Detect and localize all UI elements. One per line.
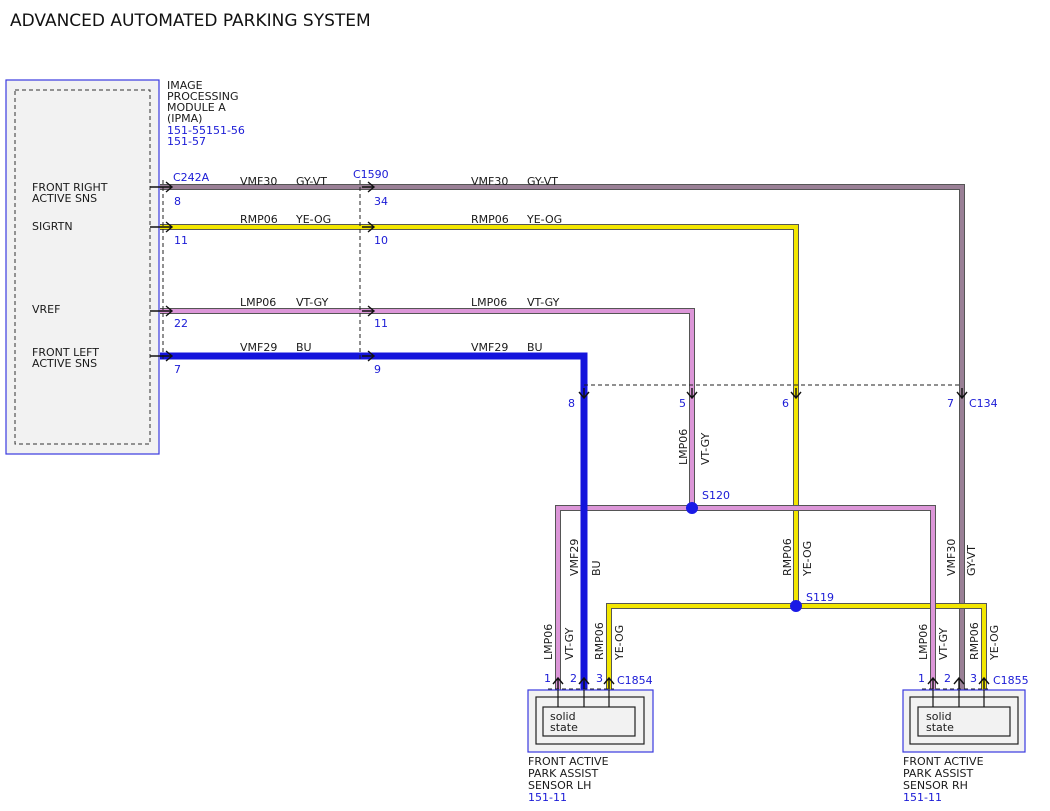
wire-rmp06-rh <box>796 604 986 690</box>
splice-s119-label: S119 <box>806 591 834 604</box>
c134-pin-6: 6 <box>782 397 789 410</box>
pin-numbers: 8 11 22 7 34 10 11 9 8 5 6 7 1 2 3 1 2 3 <box>174 195 977 685</box>
c1854-pin-1: 1 <box>544 672 551 685</box>
c1590-pin-10: 10 <box>374 234 388 247</box>
vcolor-lh-rmp06: YE-OG <box>613 625 626 661</box>
c242a-pin-7: 7 <box>174 363 181 376</box>
c1590-pin-9: 9 <box>374 363 381 376</box>
c242a-label: C242A <box>173 171 210 184</box>
splice-s120-label: S120 <box>702 489 730 502</box>
wire-label-rmp06-a: RMP06 <box>240 213 278 226</box>
c1855-pin-1: 1 <box>918 672 925 685</box>
c1590-pin-11: 11 <box>374 317 388 330</box>
c1855-pin-2: 2 <box>944 672 951 685</box>
c134-pin-5: 5 <box>679 397 686 410</box>
wire-rmp06-main <box>160 225 798 606</box>
wire-color-lmp06-b: VT-GY <box>527 296 560 309</box>
wire-label-vmf30-b: VMF30 <box>471 175 508 188</box>
c242a-pin-11: 11 <box>174 234 188 247</box>
vcolor-rmp06-trunk: YE-OG <box>801 541 814 577</box>
sensor-lh-outer <box>527 689 654 753</box>
pin-c1590-1 <box>362 221 376 233</box>
wire-color-vmf30-b: GY-VT <box>527 175 558 188</box>
pin-sensor-5 <box>978 676 990 690</box>
pin-sensor-2 <box>603 676 615 690</box>
wire-color-rmp06-b: YE-OG <box>526 213 562 226</box>
ipma-module: IMAGE PROCESSING MODULE A (IPMA) 151-551… <box>5 79 245 455</box>
c1854-pin-2: 2 <box>570 672 577 685</box>
wire-label-lmp06-b: LMP06 <box>471 296 507 309</box>
wire-layer <box>160 184 987 690</box>
wire-rmp06-rh-edge <box>796 603 987 690</box>
pin-layer <box>150 181 990 690</box>
splice-s119-dot <box>790 600 802 612</box>
c134-pin-7: 7 <box>947 397 954 410</box>
c242a-pin-8: 8 <box>174 195 181 208</box>
c134-label: C134 <box>969 397 998 410</box>
pin-sensor-0 <box>552 676 564 690</box>
wire-label-vmf29-a: VMF29 <box>240 341 277 354</box>
wire-label-lmp06-a: LMP06 <box>240 296 276 309</box>
vcolor-vmf30-trunk: GY-VT <box>965 545 978 576</box>
sensor-lh-ref: 151-11 <box>528 791 567 804</box>
vcolor-rh-rmp06: YE-OG <box>988 625 1001 661</box>
wire-color-vmf29-b: BU <box>527 341 543 354</box>
vcolor-lh-lmp06: VT-GY <box>563 627 576 660</box>
c1590-pin-34: 34 <box>374 195 388 208</box>
vlabel-rh-lmp06: LMP06 <box>917 624 930 660</box>
c134-pin-8: 8 <box>568 397 575 410</box>
wire-vmf29 <box>160 353 587 690</box>
vlabel-lmp06-pin5: LMP06 <box>677 429 690 465</box>
vcolor-vmf29: BU <box>590 560 603 576</box>
sensor-rh: solid state FRONT ACTIVE PARK ASSIST SEN… <box>902 689 1026 804</box>
pin-c1590-2 <box>362 305 376 317</box>
c1855-pin-3: 3 <box>970 672 977 685</box>
sensor-lh-inner-2: state <box>550 721 578 734</box>
wire-color-lmp06-a: VT-GY <box>296 296 329 309</box>
wire-label-rmp06-b: RMP06 <box>471 213 509 226</box>
vlabel-vmf29: VMF29 <box>568 539 581 576</box>
horizontal-wire-labels: VMF30 GY-VT VMF30 GY-VT RMP06 YE-OG RMP0… <box>240 175 562 354</box>
splice-s120-dot <box>686 502 698 514</box>
wire-color-rmp06-a: YE-OG <box>295 213 331 226</box>
wire-lmp06-lh-edge <box>555 505 692 690</box>
c1855-label: C1855 <box>993 674 1029 687</box>
pin-c134-3 <box>956 388 968 400</box>
sensor-rh-outer <box>902 689 1026 753</box>
wire-color-vmf29-a: BU <box>296 341 312 354</box>
signal-front-right-2: ACTIVE SNS <box>32 192 97 205</box>
sensor-rh-ref: 151-11 <box>903 791 942 804</box>
pin-sensor-3 <box>927 676 939 690</box>
wire-color-vmf30-a: GY-VT <box>296 175 327 188</box>
c1590-label: C1590 <box>353 168 389 181</box>
wire-rmp06-main-edge <box>160 224 799 606</box>
wire-lmp06-lh <box>556 506 692 690</box>
c242a-pin-22: 22 <box>174 317 188 330</box>
pin-c1590-0 <box>362 181 376 193</box>
vlabel-lh-rmp06: RMP06 <box>593 622 606 660</box>
ipma-module-box <box>5 79 160 455</box>
vcolor-rh-lmp06: VT-GY <box>937 627 950 660</box>
pin-c134-1 <box>686 388 698 400</box>
signal-front-left-2: ACTIVE SNS <box>32 357 97 370</box>
vlabel-rmp06-trunk: RMP06 <box>781 538 794 576</box>
sensor-rh-inner-2: state <box>926 721 954 734</box>
vlabel-lh-lmp06: LMP06 <box>542 624 555 660</box>
ipma-ref-2: 151-57 <box>167 135 206 148</box>
c1854-label: C1854 <box>617 674 653 687</box>
signal-vref: VREF <box>32 303 60 316</box>
c1854-pin-3: 3 <box>596 672 603 685</box>
vcolor-lmp06-pin5: VT-GY <box>699 432 712 465</box>
connector-outlines <box>162 180 988 690</box>
pin-c134-2 <box>790 388 802 400</box>
wire-label-vmf29-b: VMF29 <box>471 341 508 354</box>
sensor-lh: solid state FRONT ACTIVE PARK ASSIST SEN… <box>527 689 654 804</box>
signal-sigrtn: SIGRTN <box>32 220 73 233</box>
vlabel-vmf30-trunk: VMF30 <box>945 539 958 576</box>
wire-label-vmf30-a: VMF30 <box>240 175 277 188</box>
wire-vmf29-edge <box>160 352 588 690</box>
vlabel-rh-rmp06: RMP06 <box>968 622 981 660</box>
wiring-diagram: ADVANCED AUTOMATED PARKING SYSTEM IMAGE … <box>5 11 1029 804</box>
diagram-title: ADVANCED AUTOMATED PARKING SYSTEM <box>10 11 371 31</box>
